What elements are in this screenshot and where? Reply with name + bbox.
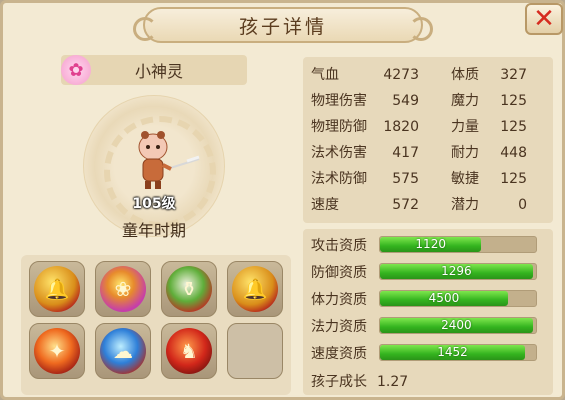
child-level: 105级 [132,196,176,212]
aptitude-label: 攻击资质 [311,238,367,254]
growth-label: 孩子成长 [311,374,367,390]
aptitude-value: 4500 [428,291,460,305]
aptitude-row: 法力资质 2400 [309,314,549,336]
stat-value: 549 [392,93,419,109]
stat-label: 速度 [311,197,339,213]
growth-value: 1.27 [377,374,409,390]
aptitude-value: 1296 [441,264,472,278]
aptitude-row: 防御资质 1296 [309,260,549,282]
stat-label: 气血 [311,67,339,83]
stat-row: 敏捷 125 [451,167,527,191]
vase-skill-icon: ⚱ [166,266,212,312]
stat-label: 力量 [451,119,479,135]
attribute-stats: 气血 4273 物理伤害 549 物理防御 1820 法术伤害 417 法术防御 575 速度 572… [303,57,553,223]
skill-slot[interactable]: ✦ [29,323,85,379]
skill-slot[interactable]: ☁ [95,323,151,379]
stat-row: 耐力 448 [451,141,527,165]
page-title: 孩子详情 [238,15,327,38]
aptitude-bar: 1120 [379,236,537,253]
red-figure-skill-icon: ♞ [166,328,212,374]
skill-slot-empty[interactable] [227,323,283,379]
lotus-icon: ✿ [61,55,91,85]
aptitude-bar: 4500 [379,290,537,307]
stat-label: 法术伤害 [311,145,367,161]
stat-label: 魔力 [451,93,479,109]
stat-value: 448 [500,145,527,161]
stat-row: 气血 4273 [311,63,419,87]
stat-value: 417 [392,145,419,161]
close-icon: ✕ [533,4,555,34]
aptitude-panel: 攻击资质 1120 防御资质 1296 体力资质 4500 法力资质 2400 速度资质 1452… [303,229,553,395]
aptitude-bar: 1296 [379,263,537,280]
child-details-panel: 孩子详情 ✕ ✿ 小神灵 105级 童年时期 🔔 ❀ ⚱ 🔔 ✦ ☁ ♞ 气血 4273 物理伤… [0,0,565,400]
close-button[interactable]: ✕ [525,3,563,35]
stat-row: 力量 125 [451,115,527,139]
stat-row: 法术伤害 417 [311,141,419,165]
skill-slot[interactable]: 🔔 [29,261,85,317]
stat-row: 物理伤害 549 [311,89,419,113]
stat-value: 327 [500,67,527,83]
lotus-skill-icon: ❀ [100,266,146,312]
skill-slot[interactable]: ♞ [161,323,217,379]
stat-label: 物理伤害 [311,93,367,109]
stat-label: 潜力 [451,197,479,213]
skill-grid: 🔔 ❀ ⚱ 🔔 ✦ ☁ ♞ [21,255,291,395]
title-plaque: 孩子详情 [133,7,433,43]
stat-row: 法术防御 575 [311,167,419,191]
stat-value: 0 [518,197,527,213]
aptitude-row: 速度资质 1452 [309,341,549,363]
growth-stage: 童年时期 [121,221,186,240]
golden-bell-skill-icon: 🔔 [232,266,278,312]
golden-bell-skill-icon: 🔔 [34,266,80,312]
aptitude-bar: 1452 [379,344,537,361]
stat-row: 物理防御 1820 [311,115,419,139]
aptitude-bar: 2400 [379,317,537,334]
stat-row: 速度 572 [311,193,419,217]
stat-row: 体质 327 [451,63,527,87]
skill-slot[interactable]: 🔔 [227,261,283,317]
child-character-avatar [138,131,200,189]
stat-value: 4273 [383,67,419,83]
stat-value: 572 [392,197,419,213]
stat-label: 体质 [451,67,479,83]
stat-value: 125 [500,93,527,109]
stat-row: 潜力 0 [451,193,527,217]
aptitude-label: 体力资质 [311,292,367,308]
stat-label: 物理防御 [311,119,367,135]
aptitude-row: 攻击资质 1120 [309,233,549,255]
stat-value: 575 [392,171,419,187]
stat-value: 125 [500,119,527,135]
aptitude-value: 1452 [437,345,468,359]
skill-slot[interactable]: ❀ [95,261,151,317]
child-growth: 孩子成长 1.27 [311,371,408,391]
stat-value: 1820 [383,119,419,135]
aptitude-row: 体力资质 4500 [309,287,549,309]
stat-value: 125 [500,171,527,187]
child-name: 小神灵 [134,62,183,81]
skill-slot[interactable]: ⚱ [161,261,217,317]
aptitude-value: 2400 [441,318,472,332]
fire-spirit-skill-icon: ✦ [34,328,80,374]
stat-row: 魔力 125 [451,89,527,113]
aptitude-label: 速度资质 [311,346,367,362]
aptitude-value: 1120 [415,237,446,251]
aptitude-label: 防御资质 [311,265,367,281]
stat-label: 耐力 [451,145,479,161]
child-name-bar: ✿ 小神灵 [61,55,247,85]
aptitude-label: 法力资质 [311,319,367,335]
stat-label: 法术防御 [311,171,367,187]
stat-label: 敏捷 [451,171,479,187]
cloud-wave-skill-icon: ☁ [100,328,146,374]
